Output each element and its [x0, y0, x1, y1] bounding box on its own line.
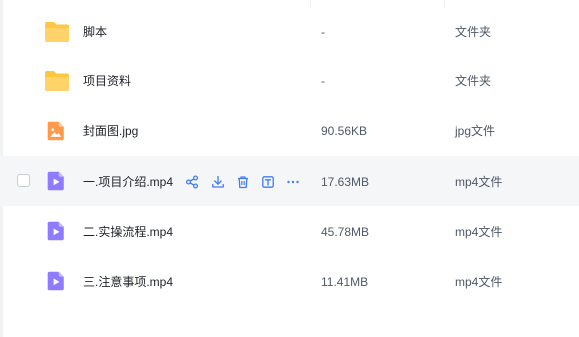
column-divider — [310, 0, 311, 8]
file-name[interactable]: 项目资料 — [83, 72, 131, 90]
file-row[interactable]: 封面图.jpg 90.56KB jpg文件 — [0, 106, 579, 156]
video-file-icon — [47, 271, 64, 291]
file-size: 45.78MB — [321, 225, 370, 239]
file-name[interactable]: 二.实操流程.mp4 — [83, 223, 173, 241]
file-type: mp4文件 — [455, 175, 503, 189]
share-icon[interactable] — [184, 173, 200, 191]
file-name[interactable]: 一.项目介绍.mp4 — [83, 173, 173, 191]
file-row[interactable]: 二.实操流程.mp4 45.78MB mp4文件 — [0, 206, 579, 256]
more-icon[interactable] — [285, 173, 301, 191]
video-file-icon — [47, 221, 64, 241]
file-type: mp4文件 — [455, 225, 503, 239]
file-size: 90.56KB — [321, 124, 368, 138]
file-type: 文件夹 — [455, 25, 492, 39]
file-size: - — [321, 25, 325, 39]
file-size: 17.63MB — [321, 175, 370, 189]
folder-icon — [45, 71, 69, 91]
file-name[interactable]: 脚本 — [83, 23, 107, 41]
file-name[interactable]: 三.注意事项.mp4 — [83, 273, 173, 291]
rename-icon[interactable] — [260, 173, 276, 191]
file-name[interactable]: 封面图.jpg — [83, 122, 138, 140]
file-size: - — [321, 74, 325, 88]
file-row[interactable]: 脚本 - 文件夹 — [0, 0, 579, 56]
row-checkbox[interactable] — [17, 174, 30, 187]
file-row[interactable]: 项目资料 - 文件夹 — [0, 56, 579, 106]
file-row[interactable]: 三.注意事项.mp4 11.41MB mp4文件 — [0, 256, 579, 306]
file-type: 文件夹 — [455, 74, 492, 88]
file-type: jpg文件 — [455, 124, 496, 138]
download-icon[interactable] — [210, 173, 226, 191]
video-file-icon — [47, 171, 64, 191]
delete-icon[interactable] — [235, 173, 251, 191]
image-file-icon — [47, 121, 64, 141]
file-row[interactable]: 一.项目介绍.mp4 17.63MB mp4文件 — [0, 156, 579, 206]
file-size: 11.41MB — [321, 275, 369, 289]
folder-icon — [45, 22, 69, 42]
file-type: mp4文件 — [455, 275, 503, 289]
column-divider — [444, 0, 445, 8]
